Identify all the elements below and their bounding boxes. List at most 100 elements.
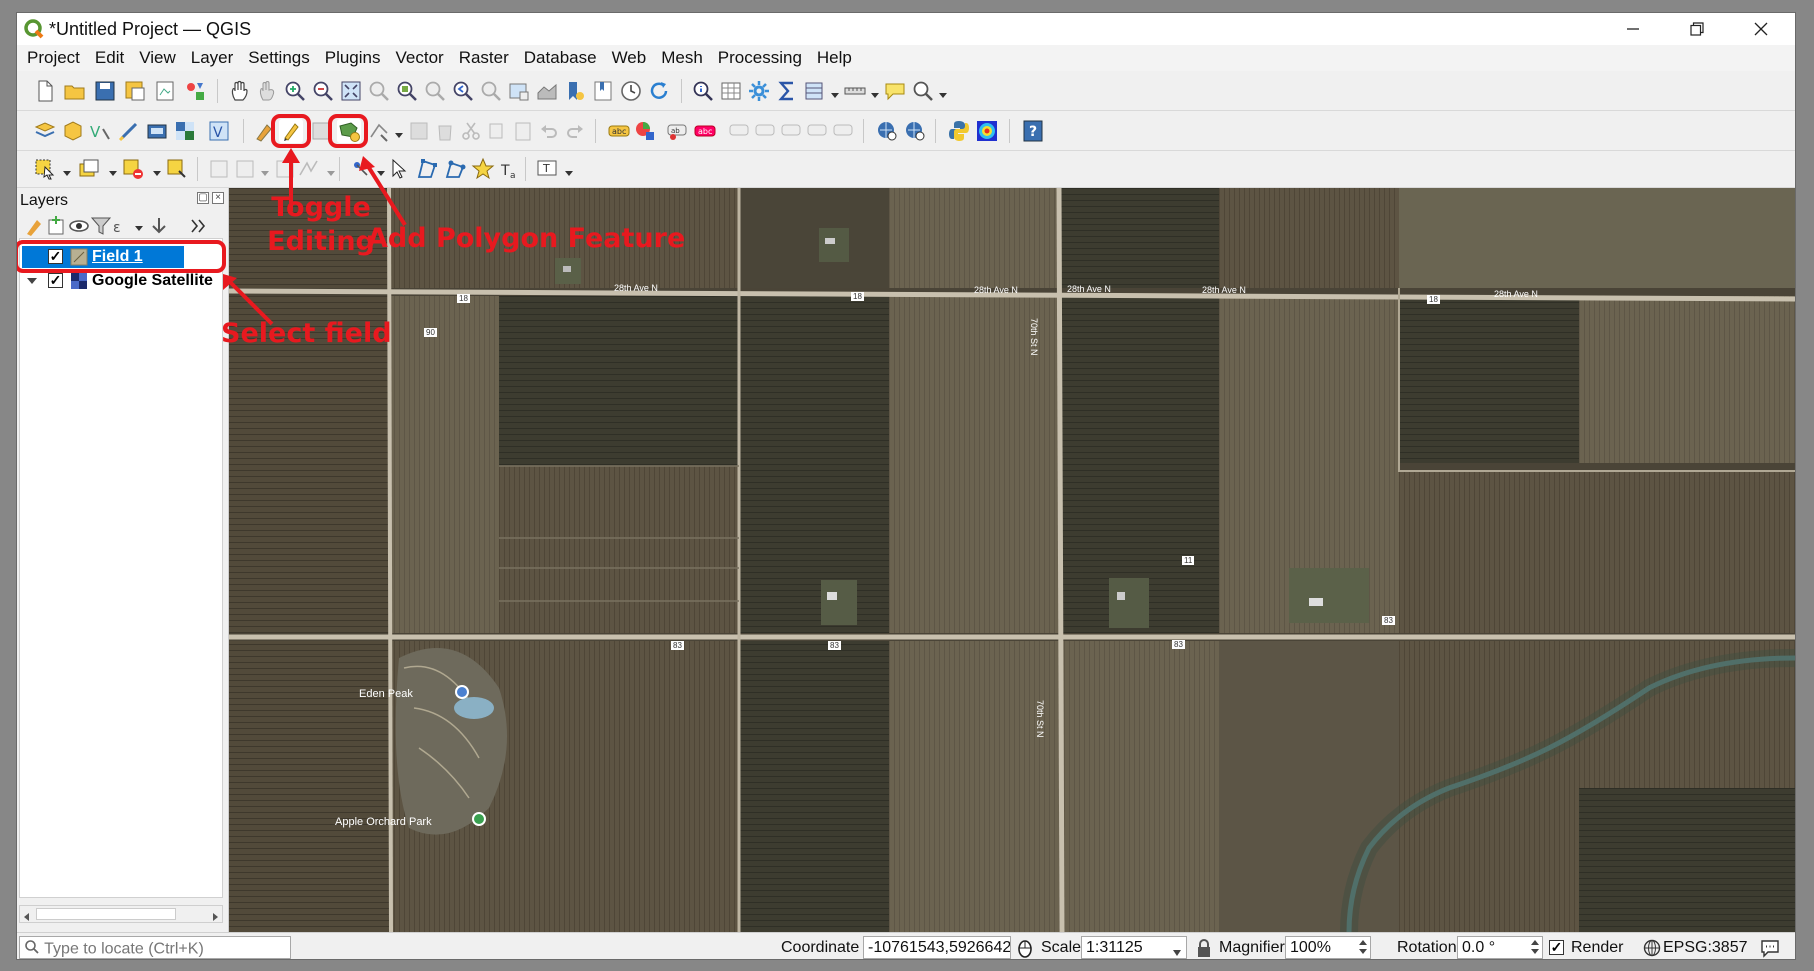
modify-attributes-icon[interactable]	[407, 119, 431, 143]
lock-scale-icon[interactable]	[1195, 938, 1213, 958]
menu-web[interactable]: Web	[612, 48, 647, 68]
zoom-native-icon[interactable]	[423, 79, 447, 103]
spin-arrows-icon[interactable]	[1358, 938, 1368, 956]
statistics-sigma-icon[interactable]	[775, 79, 799, 103]
zoom-full-icon[interactable]	[339, 79, 363, 103]
add-virtual-layer-icon[interactable]: V	[207, 119, 231, 143]
rotate-label-icon[interactable]	[753, 119, 777, 143]
open-layer-styling-icon[interactable]	[23, 214, 43, 236]
select-by-location-icon[interactable]	[165, 157, 189, 181]
pan-to-selection-icon[interactable]	[255, 79, 279, 103]
show-bookmarks-icon[interactable]	[591, 79, 615, 103]
dropdown-arrow-icon[interactable]	[127, 216, 143, 236]
digitize-icon[interactable]	[207, 157, 231, 181]
globe-crs-icon[interactable]	[1643, 939, 1661, 957]
menu-raster[interactable]: Raster	[459, 48, 509, 68]
scroll-thumb[interactable]	[36, 908, 176, 920]
minimize-button[interactable]	[1601, 13, 1665, 45]
attribute-table-icon[interactable]	[719, 79, 743, 103]
dropdown-arrow-icon[interactable]	[319, 161, 335, 185]
style-manager-icon[interactable]	[183, 79, 207, 103]
split-features-icon[interactable]	[273, 157, 297, 181]
dropdown-arrow-icon[interactable]	[101, 161, 117, 185]
dropdown-arrow-icon[interactable]	[387, 123, 403, 147]
expand-all-icon[interactable]	[147, 214, 167, 234]
manage-map-themes-icon[interactable]	[67, 214, 89, 234]
settings-gear-icon[interactable]	[747, 79, 771, 103]
google-satellite-visibility-checkbox[interactable]: ✓	[48, 273, 63, 288]
save-as-icon[interactable]	[123, 79, 147, 103]
node-tool-icon[interactable]	[415, 157, 439, 181]
move-feature-icon[interactable]	[443, 157, 467, 181]
zoom-in-icon[interactable]	[283, 79, 307, 103]
new-project-icon[interactable]	[33, 79, 57, 103]
data-source-manager-icon[interactable]	[33, 119, 57, 143]
scale-combobox[interactable]: 1:31125	[1081, 936, 1187, 959]
more-tools-chevron-icon[interactable]	[187, 214, 207, 234]
float-panel-icon[interactable]: ▢	[197, 192, 209, 204]
add-raster-layer-icon[interactable]	[173, 119, 197, 143]
zoom-out-icon[interactable]	[311, 79, 335, 103]
dropdown-arrow-icon[interactable]	[55, 161, 71, 185]
restore-button[interactable]	[1665, 13, 1729, 45]
filter-legend-icon[interactable]	[89, 214, 112, 235]
scroll-right-icon[interactable]	[210, 909, 220, 921]
save-project-icon[interactable]	[93, 79, 117, 103]
map-tips-icon[interactable]	[883, 79, 907, 103]
python-console-icon[interactable]	[947, 119, 971, 143]
cut-features-icon[interactable]	[459, 119, 483, 143]
zoom-to-layer-icon[interactable]	[395, 79, 419, 103]
zoom-to-selection-icon[interactable]	[367, 79, 391, 103]
delete-selected-icon[interactable]	[433, 119, 457, 143]
spin-arrows-icon[interactable]	[1530, 938, 1540, 956]
move-label-icon[interactable]	[727, 119, 751, 143]
dropdown-arrow-icon[interactable]	[931, 83, 947, 107]
menu-edit[interactable]: Edit	[95, 48, 124, 68]
close-button[interactable]	[1729, 13, 1793, 45]
reshape-features-icon[interactable]	[297, 157, 321, 181]
coordinate-field[interactable]: -10761543,5926642	[863, 936, 1011, 959]
add-delimited-text-icon[interactable]	[117, 119, 141, 143]
select-by-expression-icon[interactable]	[77, 157, 101, 181]
messages-icon[interactable]	[1759, 938, 1781, 958]
layer-row-google-satellite[interactable]: ✓ Google Satellite	[20, 270, 222, 292]
print-layout-icon[interactable]	[153, 79, 177, 103]
text-annotation-icon[interactable]: Ta	[497, 157, 521, 181]
add-ring-star-icon[interactable]	[471, 157, 495, 181]
menu-layer[interactable]: Layer	[191, 48, 234, 68]
menu-vector[interactable]: Vector	[396, 48, 444, 68]
heatmap-plugin-icon[interactable]	[975, 119, 999, 143]
layer-tree-horizontal-scrollbar[interactable]	[19, 905, 223, 923]
diagram-icon[interactable]	[633, 119, 657, 143]
expand-arrow-icon[interactable]	[26, 274, 38, 286]
dropdown-arrow-icon[interactable]	[557, 161, 573, 185]
select-features-icon[interactable]	[33, 157, 57, 181]
menu-mesh[interactable]: Mesh	[661, 48, 703, 68]
pin-labels-icon[interactable]: ab	[665, 119, 689, 143]
copy-features-icon[interactable]	[485, 119, 509, 143]
add-wms-layer-icon[interactable]	[145, 119, 169, 143]
temporal-controller-icon[interactable]	[619, 79, 643, 103]
deselect-features-icon[interactable]	[121, 157, 145, 181]
toggle-extents-mouse-icon[interactable]	[1015, 938, 1035, 958]
menu-project[interactable]: Project	[27, 48, 80, 68]
map-canvas[interactable]: 28th Ave N 28th Ave N 28th Ave N 28th Av…	[229, 188, 1795, 932]
render-checkbox[interactable]: ✓	[1549, 940, 1564, 955]
identify-features-icon[interactable]	[691, 79, 715, 103]
scroll-left-icon[interactable]	[22, 909, 32, 921]
dropdown-arrow-icon[interactable]	[369, 161, 385, 185]
show-hide-labels-icon[interactable]: abc	[693, 119, 717, 143]
menu-processing[interactable]: Processing	[718, 48, 802, 68]
dropdown-arrow-icon[interactable]	[253, 161, 269, 185]
dropdown-arrow-icon[interactable]	[145, 161, 161, 185]
menu-database[interactable]: Database	[524, 48, 597, 68]
undo-icon[interactable]	[537, 119, 561, 143]
close-panel-icon[interactable]: ×	[212, 192, 224, 204]
help-icon[interactable]: ?	[1021, 119, 1045, 143]
change-label-icon[interactable]	[779, 119, 803, 143]
dropdown-arrow-icon[interactable]	[823, 83, 839, 107]
new-map-view-icon[interactable]	[507, 79, 531, 103]
metasearch-icon[interactable]	[875, 119, 899, 143]
rotation-spinbox[interactable]: 0.0 °	[1457, 936, 1543, 959]
add-group-icon[interactable]	[45, 214, 65, 235]
